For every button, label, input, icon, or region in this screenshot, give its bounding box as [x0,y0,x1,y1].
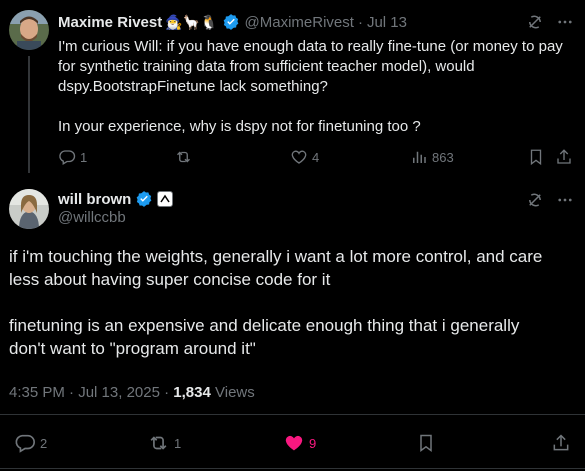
views-icon [413,151,426,163]
verified-icon [136,191,152,207]
tweet-meta: 4:35 PM · Jul 13, 2025 · 1,834 Views [9,384,255,401]
repost-icon [177,151,190,163]
like-button[interactable]: 9 [283,432,316,454]
author-handle[interactable]: @MaximeRivest [245,14,354,31]
more-icon[interactable] [555,191,575,209]
views-count: 1,834 [173,384,211,401]
reply-icon [59,150,76,165]
more-icon[interactable] [555,13,575,31]
author-emoji: 🧙‍♂️🦙🐧 [165,13,218,30]
main-header: will brown [58,190,174,208]
text-line: In your experience, why is dspy not for … [58,118,421,135]
reply-icon [15,434,35,453]
reply-header: Maxime Rivest 🧙‍♂️🦙🐧 @MaximeRivest · Jul… [58,12,407,32]
tweet-date[interactable]: Jul 13, 2025 [78,384,160,401]
views-button[interactable]: 863 [410,148,454,166]
text-line: don't want to "program around it" [9,339,256,358]
text-line: less about having super concise code for… [9,270,331,289]
reply-tweet-text: I'm curious Will: if you have enough dat… [58,37,578,137]
reply-button[interactable]: 2 [14,432,47,454]
like-button[interactable]: 4 [290,148,319,166]
grok-icon[interactable] [526,13,544,31]
author-name[interactable]: Maxime Rivest [58,14,162,31]
reply-button[interactable]: 1 [58,148,87,166]
views-count: 863 [432,149,454,165]
reply-count: 2 [40,435,48,451]
like-icon [285,435,303,451]
tweet-date[interactable]: Jul 13 [367,14,407,31]
affiliate-badge-icon[interactable] [157,191,174,207]
reply-actions: 1 4 863 [58,146,578,168]
repost-button[interactable] [174,148,193,166]
share-icon [553,434,569,451]
main-tweet-text: if i'm touching the weights, generally i… [9,245,579,360]
tweet-time[interactable]: 4:35 PM [9,384,65,401]
share-button[interactable] [551,432,571,454]
repost-count: 1 [174,435,182,451]
text-line: I'm curious Will: if you have enough dat… [58,38,563,55]
divider [0,468,585,469]
like-count: 4 [312,149,320,165]
avatar-will[interactable] [9,189,49,229]
views-label: Views [215,384,255,401]
repost-icon [150,436,167,450]
text-line: for synthetic training data from suffici… [58,58,475,75]
bookmark-icon [420,434,432,452]
like-count: 9 [309,435,317,451]
repost-button[interactable]: 1 [147,432,181,454]
bookmark-button[interactable] [527,148,545,166]
thread-line [28,56,30,173]
share-icon [557,149,571,164]
bookmark-icon [530,149,542,166]
verified-icon [223,14,238,30]
text-line: finetuning is an expensive and delicate … [9,316,520,335]
text-line: dspy.BootstrapFinetune lack something? [58,78,328,95]
avatar-maxime[interactable] [9,10,49,50]
share-button[interactable] [555,148,573,166]
author-handle[interactable]: @willccbb [58,209,126,226]
author-name[interactable]: will brown [58,191,131,208]
text-line: if i'm touching the weights, generally i… [9,247,543,266]
grok-icon[interactable] [526,191,544,209]
reply-count: 1 [80,149,88,165]
bookmark-button[interactable] [416,432,436,454]
divider [0,414,585,415]
like-icon [291,150,307,164]
main-actions: 2 1 9 [0,429,585,455]
separator: · [357,13,363,31]
